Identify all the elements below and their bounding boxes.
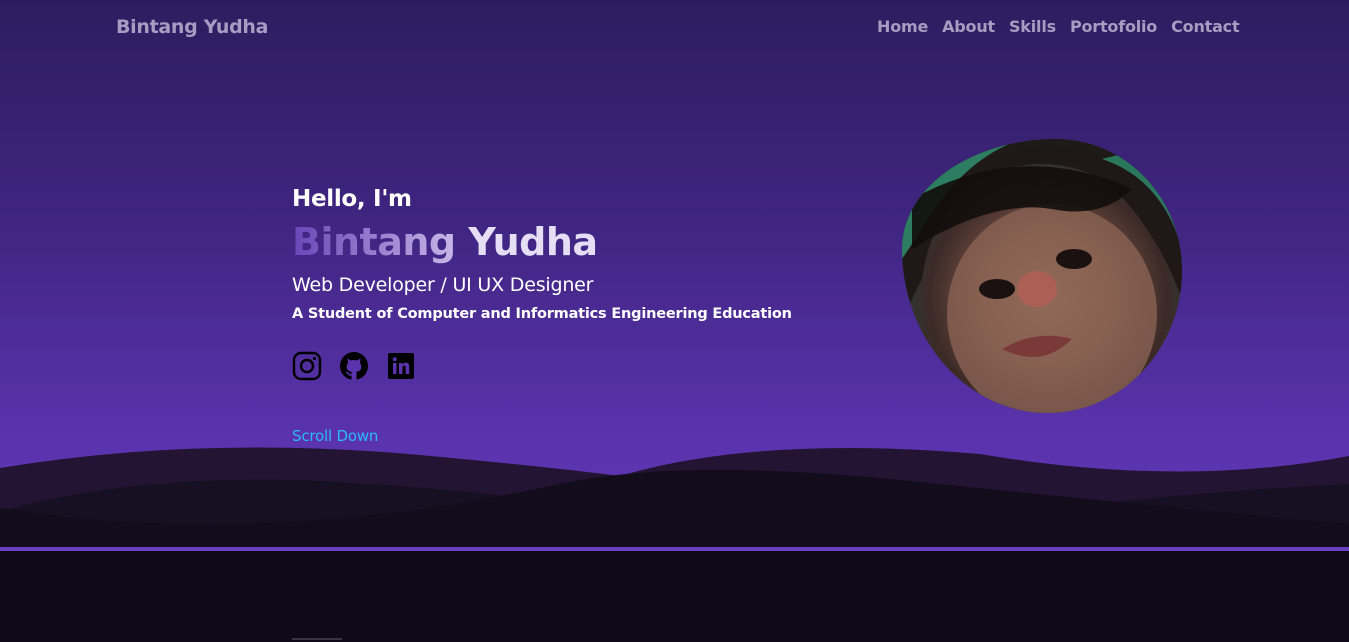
hero-role: Web Developer / UI UX Designer bbox=[292, 274, 594, 296]
hero-name: Bintang Yudha bbox=[292, 220, 598, 264]
nav-home[interactable]: Home bbox=[877, 17, 928, 36]
site-logo[interactable]: Bintang Yudha bbox=[116, 16, 268, 38]
nav-about[interactable]: About bbox=[942, 17, 995, 36]
hero-last-name: Yudha bbox=[468, 220, 598, 264]
wave-decoration bbox=[0, 447, 1349, 548]
nav-skills[interactable]: Skills bbox=[1009, 17, 1056, 36]
social-links bbox=[292, 351, 416, 381]
hero-first-name: Bintang bbox=[292, 220, 456, 264]
profile-photo bbox=[902, 139, 1182, 413]
greeting: Hello, I'm bbox=[292, 186, 412, 212]
nav-portofolio[interactable]: Portofolio bbox=[1070, 17, 1157, 36]
lower-section-line bbox=[292, 638, 342, 640]
nav-contact[interactable]: Contact bbox=[1171, 17, 1240, 36]
linkedin-icon[interactable] bbox=[386, 351, 416, 381]
github-icon[interactable] bbox=[339, 351, 369, 381]
lower-section bbox=[0, 551, 1349, 642]
instagram-icon[interactable] bbox=[292, 351, 322, 381]
hero-tagline: A Student of Computer and Informatics En… bbox=[292, 306, 792, 322]
main-nav: Home About Skills Portofolio Contact bbox=[877, 17, 1240, 36]
hero-section: Bintang Yudha Home About Skills Portofol… bbox=[0, 0, 1349, 548]
